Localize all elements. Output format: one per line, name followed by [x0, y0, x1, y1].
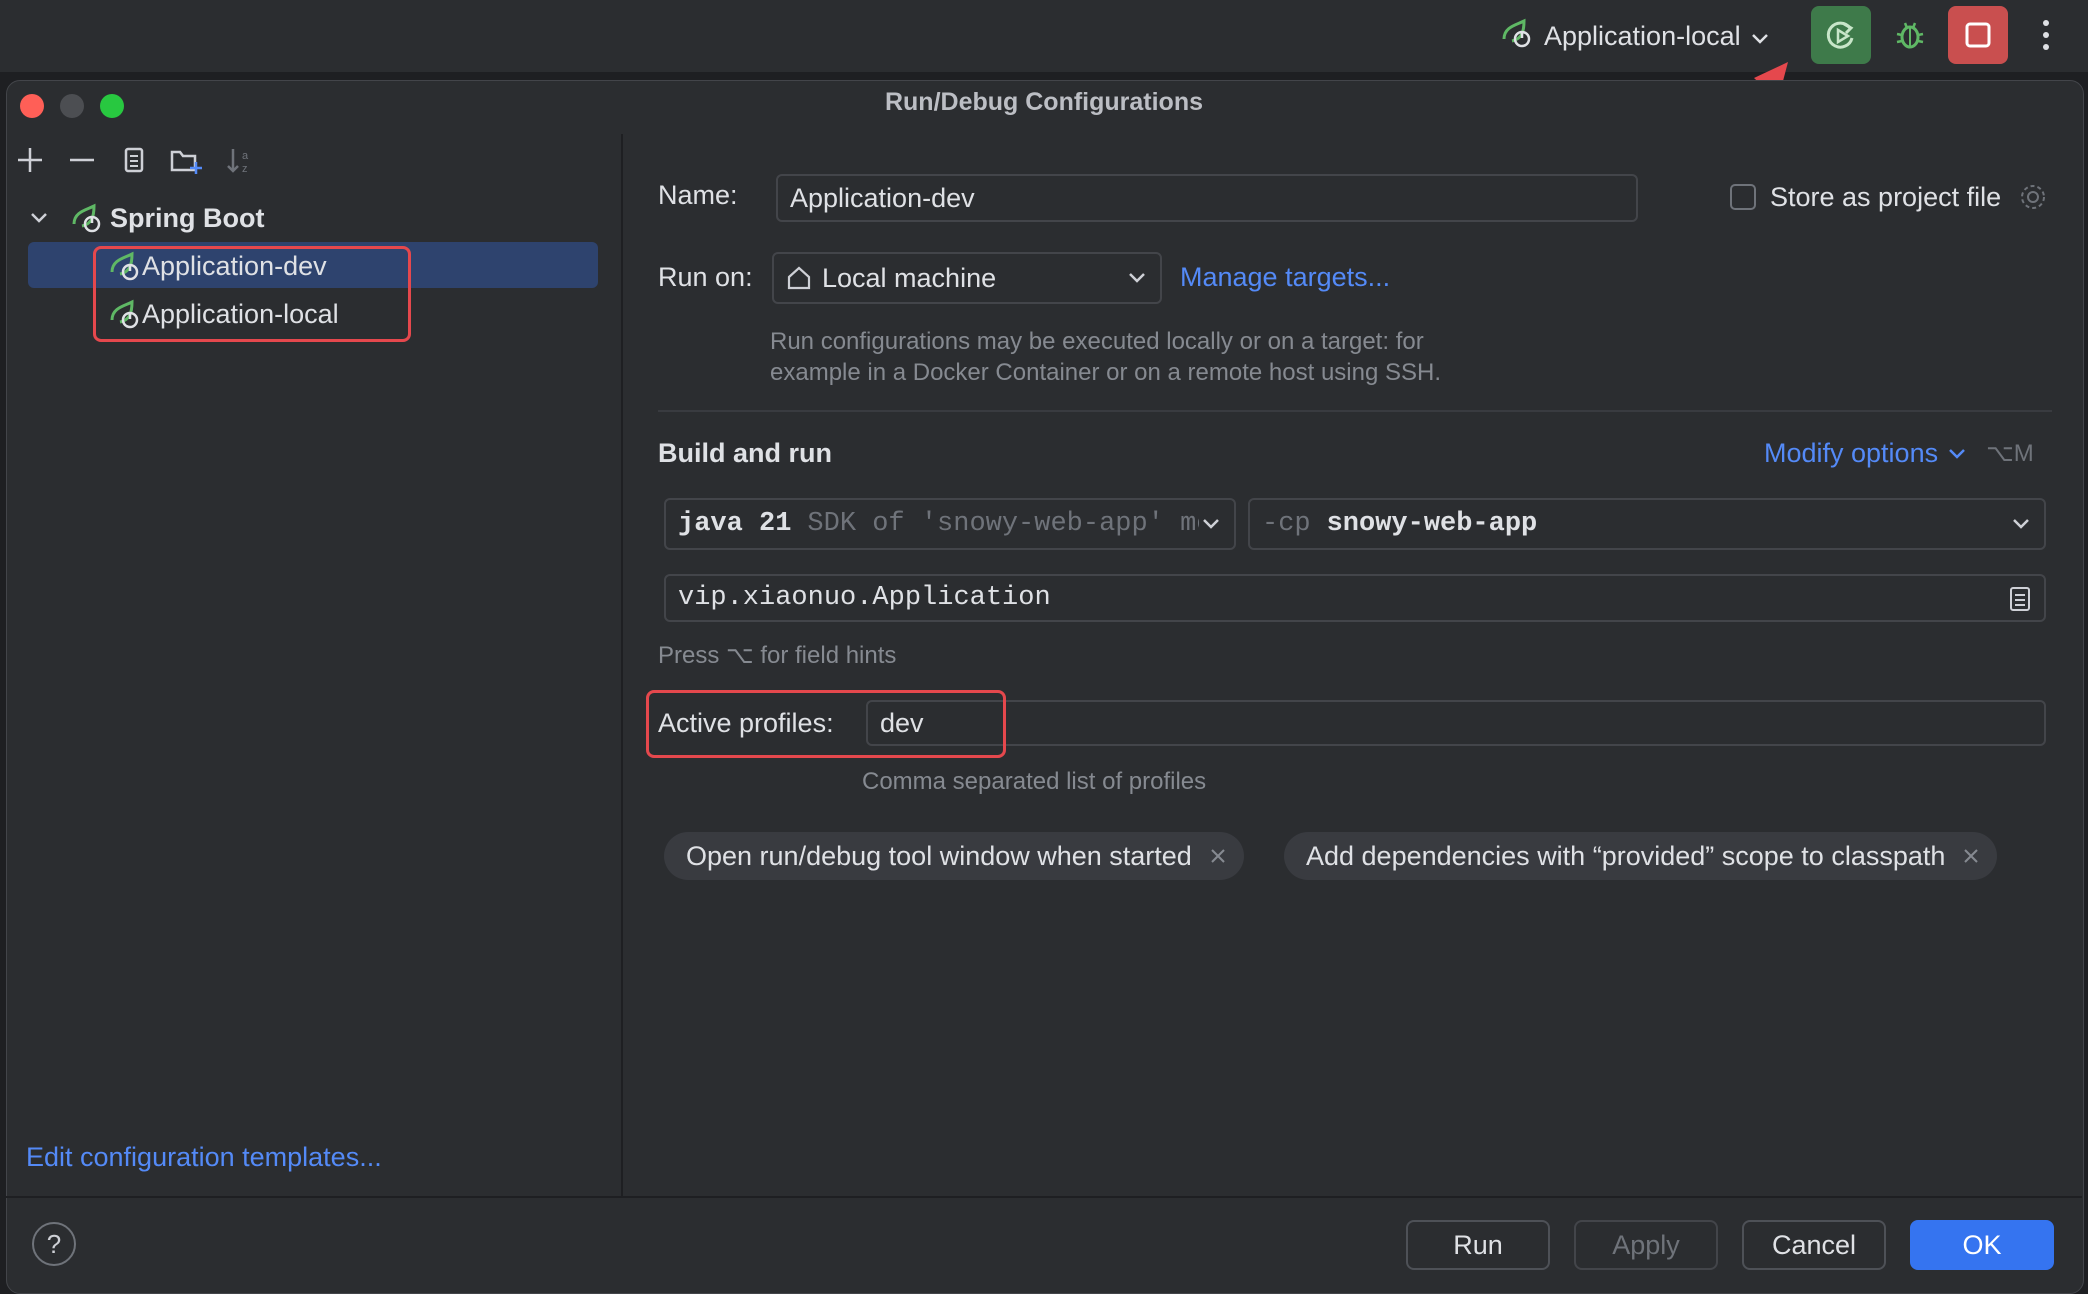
- option-chip-open-tool-window: Open run/debug tool window when started: [664, 832, 1244, 880]
- main-class-value: vip.xiaonuo.Application: [678, 583, 1051, 613]
- annotation-box: [646, 690, 1006, 758]
- gear-icon[interactable]: [2018, 182, 2048, 217]
- classpath-dropdown[interactable]: -cp snowy-web-app: [1248, 498, 2046, 550]
- chevron-down-icon: [1128, 272, 1146, 284]
- home-icon: [786, 265, 812, 291]
- store-as-project-label: Store as project file: [1770, 182, 2002, 212]
- plus-icon: [18, 148, 42, 172]
- chip-label: Open run/debug tool window when started: [686, 840, 1192, 871]
- edit-templates-link[interactable]: Edit configuration templates...: [26, 1142, 382, 1173]
- browse-icon[interactable]: [2008, 586, 2032, 612]
- sort-button[interactable]: az: [222, 142, 258, 178]
- footer-divider: [6, 1196, 2082, 1198]
- run-on-dropdown[interactable]: Local machine: [772, 252, 1162, 304]
- close-icon[interactable]: [1210, 848, 1226, 864]
- annotation-box: [93, 246, 411, 342]
- panel-divider: [621, 134, 623, 1196]
- rerun-button[interactable]: [1811, 6, 1871, 64]
- close-icon[interactable]: [1963, 848, 1979, 864]
- sort-alpha-icon: az: [227, 149, 249, 175]
- build-and-run-label: Build and run: [658, 438, 832, 468]
- copy-icon: [124, 147, 144, 173]
- run-config-label: Application-local: [1544, 20, 1741, 51]
- jdk-dropdown[interactable]: java 21 SDK of 'snowy-web-app' mo: [664, 498, 1236, 550]
- run-on-label: Run on:: [658, 262, 753, 292]
- name-value: Application-dev: [790, 182, 975, 213]
- store-as-project-checkbox[interactable]: [1730, 184, 1756, 210]
- name-label: Name:: [658, 180, 738, 210]
- run-on-hint-line1: Run configurations may be executed local…: [770, 328, 1424, 355]
- dialog-title: Run/Debug Configurations: [884, 88, 1204, 116]
- run-config-selector[interactable]: Application-local: [1500, 14, 1769, 58]
- jdk-version: java 21: [678, 509, 792, 539]
- option-chip-provided-scope: Add dependencies with “provided” scope t…: [1284, 832, 1998, 880]
- tree-group-spring-boot[interactable]: Spring Boot: [30, 196, 590, 240]
- run-button[interactable]: Run: [1406, 1220, 1550, 1270]
- spring-boot-icon: [1500, 17, 1534, 56]
- chip-label: Add dependencies with “provided” scope t…: [1306, 840, 1946, 871]
- svg-text:z: z: [242, 163, 248, 175]
- tree-group-label: Spring Boot: [110, 202, 265, 233]
- minus-icon: [70, 158, 94, 162]
- more-vertical-icon: [2043, 20, 2049, 50]
- svg-text:a: a: [242, 150, 249, 162]
- help-button[interactable]: ?: [32, 1222, 76, 1266]
- new-folder-button[interactable]: [168, 142, 204, 178]
- active-profiles-hint: Comma separated list of profiles: [862, 768, 1207, 795]
- folder-add-icon: [170, 150, 202, 174]
- ok-button[interactable]: OK: [1910, 1220, 2054, 1270]
- more-options-button[interactable]: [2016, 6, 2076, 64]
- remove-configuration-button[interactable]: [64, 142, 100, 178]
- run-on-hint-line2: example in a Docker Container or on a re…: [770, 359, 1442, 386]
- add-configuration-button[interactable]: [12, 142, 48, 178]
- chevron-down-icon: [1202, 518, 1220, 530]
- chevron-down-icon[interactable]: [30, 212, 60, 224]
- cancel-button[interactable]: Cancel: [1742, 1220, 1886, 1270]
- classpath-value: snowy-web-app: [1326, 509, 1538, 539]
- section-divider: [658, 410, 2052, 412]
- chevron-down-icon: [2012, 518, 2030, 530]
- classpath-prefix: -cp: [1262, 509, 1311, 539]
- spring-boot-icon: [70, 202, 104, 234]
- apply-button[interactable]: Apply: [1574, 1220, 1718, 1270]
- manage-targets-link[interactable]: Manage targets...: [1180, 262, 1390, 293]
- active-profiles-field[interactable]: dev: [866, 700, 2046, 746]
- debug-button[interactable]: [1880, 6, 1940, 64]
- stop-icon: [1965, 22, 1991, 48]
- bug-icon: [1896, 22, 1924, 49]
- name-field[interactable]: Application-dev: [776, 174, 1638, 222]
- modify-options-button[interactable]: Modify options ⌥M: [1764, 438, 2034, 469]
- modify-options-shortcut: ⌥M: [1986, 440, 2034, 467]
- copy-configuration-button[interactable]: [116, 142, 152, 178]
- modify-options-label: Modify options: [1764, 438, 1939, 468]
- jdk-source: SDK of 'snowy-web-app' mo: [807, 509, 1200, 539]
- chevron-down-icon: [1948, 448, 1966, 460]
- chevron-down-icon: [1751, 21, 1769, 52]
- rerun-icon: [1826, 21, 1854, 49]
- main-class-field[interactable]: vip.xiaonuo.Application: [664, 574, 2046, 622]
- stop-button[interactable]: [1948, 6, 2008, 64]
- field-hints-text: Press ⌥ for field hints: [658, 642, 897, 669]
- run-on-value: Local machine: [822, 262, 997, 293]
